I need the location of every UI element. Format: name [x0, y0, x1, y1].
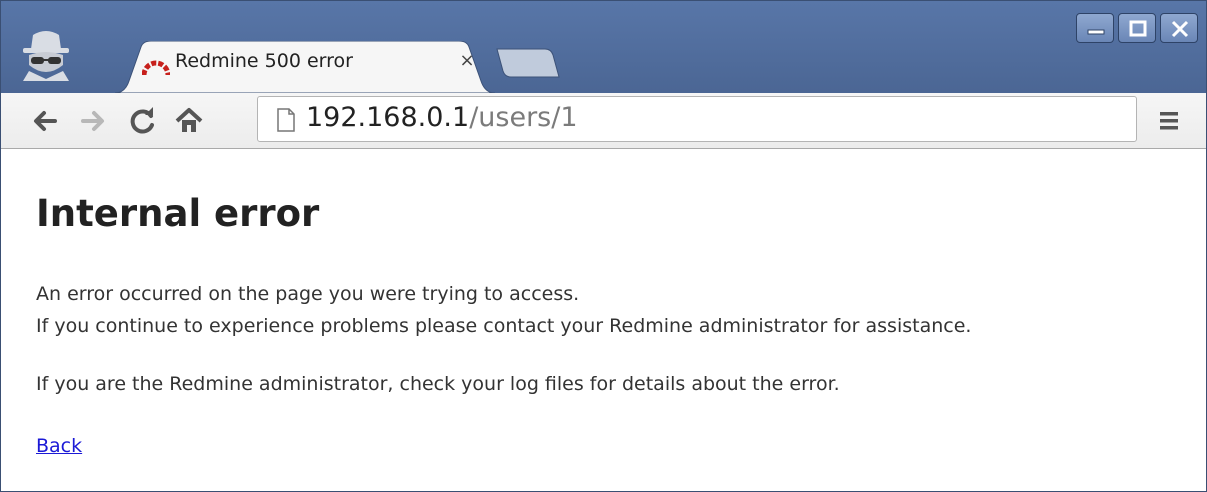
tab-close-icon[interactable]: × — [455, 49, 479, 73]
error-message-line-2: If you continue to experience problems p… — [36, 315, 972, 337]
redmine-logo-icon — [141, 53, 171, 77]
url-host: 192.168.0.1 — [306, 102, 470, 133]
active-tab[interactable]: Redmine 500 error × — [115, 41, 495, 93]
incognito-icon — [21, 29, 71, 81]
page-icon — [276, 108, 296, 132]
window-controls — [1076, 13, 1198, 43]
address-bar[interactable]: 192.168.0.1/users/1 — [257, 96, 1137, 142]
minimize-icon[interactable] — [1076, 13, 1114, 43]
back-link[interactable]: Back — [36, 430, 82, 462]
url-text: 192.168.0.1/users/1 — [306, 102, 578, 133]
admin-message: If you are the Redmine administrator, ch… — [36, 373, 840, 395]
reload-icon[interactable] — [125, 103, 161, 139]
page-title: Internal error — [36, 192, 320, 235]
page-content: Internal error An error occurred on the … — [3, 150, 1204, 490]
tab-title: Redmine 500 error — [175, 50, 353, 72]
back-arrow-icon[interactable] — [27, 103, 63, 139]
url-path: /users/1 — [469, 102, 578, 133]
title-bar: Redmine 500 error × — [1, 1, 1206, 93]
error-message-line-1: An error occurred on the page you were t… — [36, 283, 580, 305]
browser-toolbar: 192.168.0.1/users/1 — [1, 93, 1206, 149]
forward-arrow-icon[interactable] — [75, 103, 111, 139]
close-icon[interactable] — [1160, 13, 1198, 43]
new-tab-button[interactable] — [495, 47, 561, 79]
home-icon[interactable] — [171, 103, 207, 139]
maximize-icon[interactable] — [1118, 13, 1156, 43]
hamburger-menu-icon[interactable] — [1151, 103, 1187, 139]
browser-window: Redmine 500 error × 192.168.0.1/users/1 … — [0, 0, 1207, 492]
